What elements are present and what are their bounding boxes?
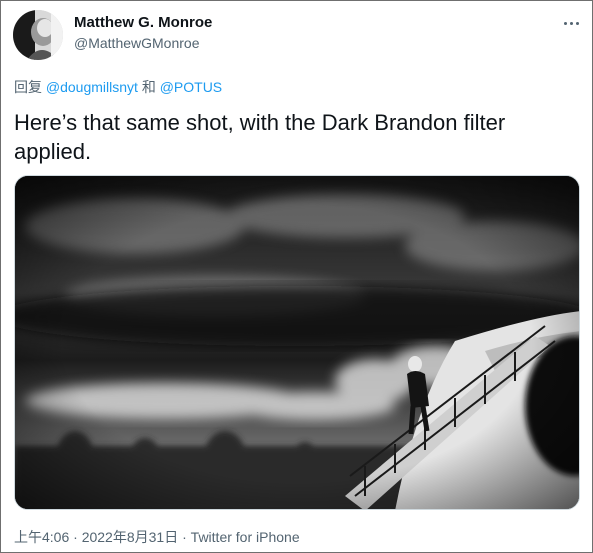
reply-joiner: 和	[141, 79, 156, 95]
tweet-meta: 上午4:06 · 2022年8月31日 · Twitter for iPhone	[14, 527, 300, 547]
tweet-card: Matthew G. Monroe @MatthewGMonroe 回复 @do…	[0, 0, 593, 553]
tweet-text: Here’s that same shot, with the Dark Bra…	[14, 110, 506, 164]
more-options-icon[interactable]	[559, 13, 583, 33]
reply-prefix: 回复	[14, 79, 42, 95]
mention-potus-link[interactable]: @POTUS	[160, 79, 222, 95]
tweet-source[interactable]: Twitter for iPhone	[191, 529, 300, 545]
tweet-date[interactable]: 2022年8月31日	[82, 529, 179, 545]
author-name[interactable]: Matthew G. Monroe	[74, 14, 212, 31]
reply-context: 回复 @dougmillsnyt 和 @POTUS	[14, 77, 222, 97]
mention-dougmillsnyt-link[interactable]: @dougmillsnyt	[46, 79, 138, 95]
tweet-photo[interactable]	[14, 175, 580, 510]
meta-separator: ·	[182, 529, 187, 545]
tweet-time[interactable]: 上午4:06	[14, 529, 69, 545]
avatar[interactable]	[13, 10, 63, 60]
meta-separator: ·	[73, 529, 78, 545]
author-handle[interactable]: @MatthewGMonroe	[74, 35, 199, 51]
